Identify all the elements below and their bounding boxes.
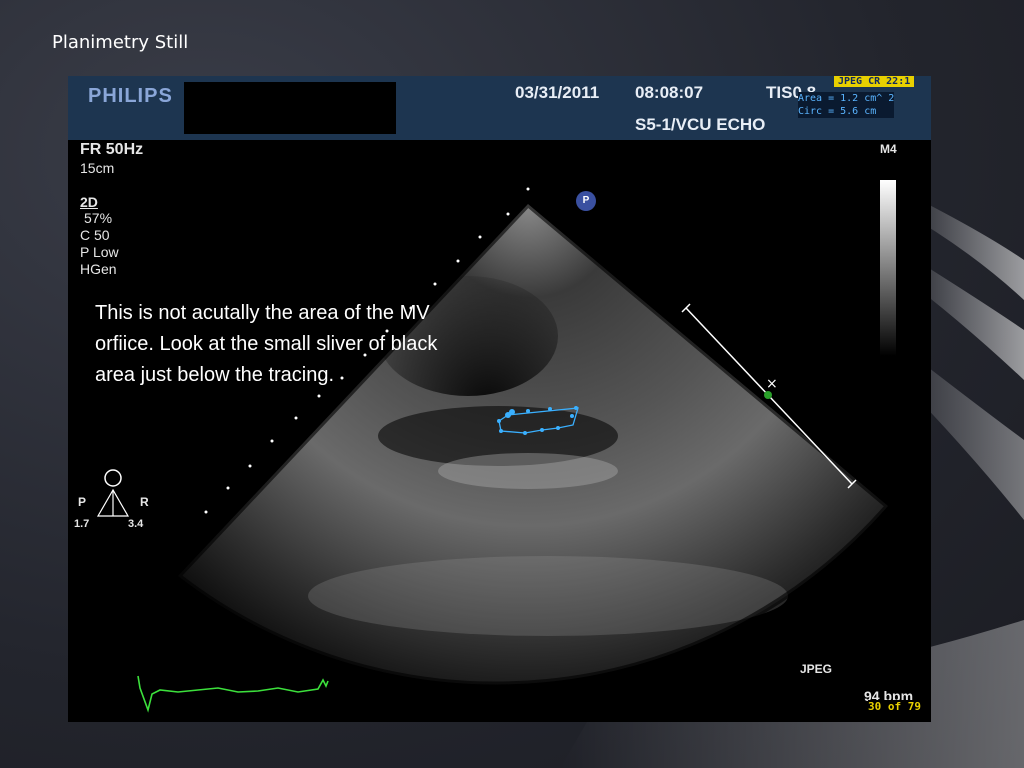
orientation-left: P — [78, 495, 87, 509]
orientation-right: R — [140, 495, 149, 509]
depth-dots: × — [96, 187, 857, 713]
jpeg-label: JPEG — [800, 662, 833, 676]
frame-counter: 30 of 79 — [868, 700, 921, 713]
annotation-note: This is not acutally the area of the MV … — [95, 302, 438, 386]
slide-title: Planimetry Still — [52, 32, 189, 53]
svg-text:×: × — [766, 376, 778, 392]
echo-image: PHILIPS 03/31/2011 08:08:07 TIS0.8 S5-1/… — [68, 76, 931, 722]
orientation-left-value: 1.7 — [74, 518, 90, 530]
orientation-right-value: 3.4 — [128, 518, 144, 530]
